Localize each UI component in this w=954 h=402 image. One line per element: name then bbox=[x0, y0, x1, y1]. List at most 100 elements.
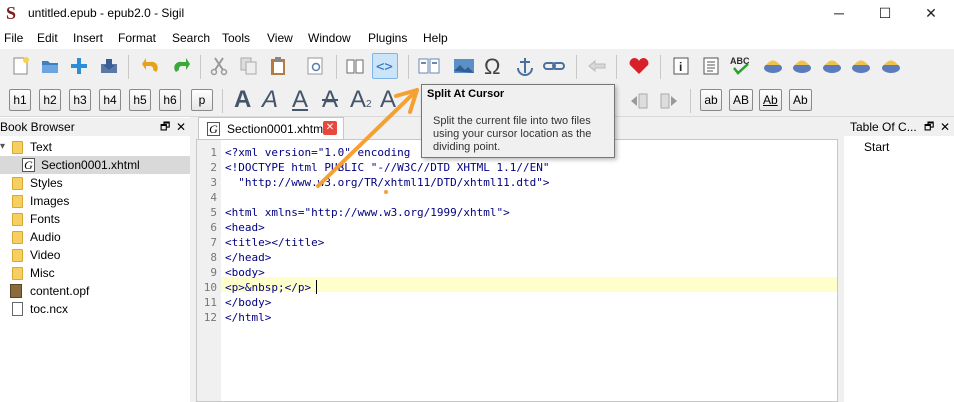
decrease-indent-icon[interactable] bbox=[626, 88, 652, 114]
split-at-cursor-icon[interactable] bbox=[416, 53, 442, 79]
tab-section0001[interactable]: G Section0001.xhtml ✕ bbox=[198, 117, 344, 139]
tree-file-section0001[interactable]: G Section0001.xhtml bbox=[0, 156, 190, 174]
code-line: <html xmlns="http://www.w3.org/1999/xhtm… bbox=[225, 206, 510, 219]
bold-icon[interactable]: A bbox=[234, 85, 251, 115]
line-number: 1 bbox=[210, 146, 217, 159]
strikethrough-icon[interactable]: A bbox=[322, 85, 338, 115]
redo-icon[interactable] bbox=[168, 53, 194, 79]
heading-6-button[interactable]: h6 bbox=[159, 89, 181, 111]
sigil-logo-icon: S bbox=[6, 3, 17, 23]
metadata-info-icon[interactable]: i bbox=[668, 53, 694, 79]
plugin-4-icon[interactable] bbox=[848, 53, 874, 79]
heading-4-button[interactable]: h4 bbox=[99, 89, 121, 111]
capitalize-button[interactable]: Ab bbox=[789, 89, 812, 111]
copy-icon[interactable] bbox=[236, 53, 262, 79]
tooltip-title: Split At Cursor bbox=[427, 88, 505, 100]
tooltip-description: Split the current file into two files us… bbox=[433, 115, 592, 153]
plugin-3-icon[interactable] bbox=[819, 53, 845, 79]
validate-heart-icon[interactable] bbox=[626, 53, 652, 79]
menu-window[interactable]: Window bbox=[308, 31, 351, 45]
close-tab-icon[interactable]: ✕ bbox=[323, 121, 337, 135]
insert-anchor-icon[interactable] bbox=[512, 53, 538, 79]
subscript-icon[interactable]: A2 bbox=[350, 85, 372, 120]
line-number: 6 bbox=[210, 221, 217, 234]
menu-tools[interactable]: Tools bbox=[222, 31, 250, 45]
line-number: 12 bbox=[203, 311, 217, 324]
paste-icon[interactable] bbox=[265, 53, 291, 79]
menu-help[interactable]: Help bbox=[423, 31, 448, 45]
tree-folder-misc[interactable]: Misc bbox=[0, 264, 190, 282]
heading-2-button[interactable]: h2 bbox=[39, 89, 61, 111]
plugin-2-icon[interactable] bbox=[789, 53, 815, 79]
main-toolbar: <> Ω i ABC bbox=[0, 49, 954, 85]
current-line-highlight bbox=[221, 277, 837, 292]
line-number: 11 bbox=[203, 296, 217, 309]
heading-5-button[interactable]: h5 bbox=[129, 89, 151, 111]
tree-folder-images[interactable]: Images bbox=[0, 192, 190, 210]
menu-plugins[interactable]: Plugins bbox=[368, 31, 407, 45]
tree-item-label: Video bbox=[30, 248, 61, 262]
close-panel-icon[interactable]: ✕ bbox=[940, 118, 950, 136]
minimize-button[interactable]: ─ bbox=[816, 0, 862, 28]
menu-insert[interactable]: Insert bbox=[73, 31, 103, 45]
underline-icon[interactable]: A bbox=[292, 85, 308, 115]
opf-file-icon bbox=[10, 284, 22, 298]
tree-folder-audio[interactable]: Audio bbox=[0, 228, 190, 246]
save-icon[interactable] bbox=[96, 53, 122, 79]
superscript-icon[interactable]: A bbox=[380, 85, 396, 115]
insert-special-character-icon[interactable]: Ω bbox=[484, 52, 500, 82]
heading-1-button[interactable]: h1 bbox=[9, 89, 31, 111]
spellcheck-icon[interactable]: ABC bbox=[728, 53, 754, 79]
book-view-icon[interactable] bbox=[342, 53, 368, 79]
tree-file-content-opf[interactable]: content.opf bbox=[0, 282, 190, 300]
tree-item-label: Images bbox=[30, 194, 70, 208]
paragraph-button[interactable]: p bbox=[191, 89, 213, 111]
xhtml-file-icon: G bbox=[22, 158, 35, 172]
expand-arrow-icon[interactable]: ▾ bbox=[0, 138, 5, 156]
new-file-icon[interactable] bbox=[8, 53, 34, 79]
menu-view[interactable]: View bbox=[267, 31, 293, 45]
plugin-1-icon[interactable] bbox=[760, 53, 786, 79]
maximize-button[interactable]: ☐ bbox=[862, 0, 908, 28]
insert-link-icon[interactable] bbox=[541, 53, 567, 79]
add-file-icon[interactable] bbox=[66, 53, 92, 79]
heading-3-button[interactable]: h3 bbox=[69, 89, 91, 111]
folder-icon bbox=[12, 141, 23, 154]
open-folder-icon[interactable] bbox=[37, 53, 63, 79]
tree-folder-styles[interactable]: Styles bbox=[0, 174, 190, 192]
back-arrow-icon[interactable] bbox=[584, 53, 610, 79]
line-number: 3 bbox=[210, 176, 217, 189]
close-window-button[interactable]: ✕ bbox=[908, 0, 954, 28]
tree-file-toc-ncx[interactable]: toc.ncx bbox=[0, 300, 190, 318]
folder-icon bbox=[12, 195, 23, 208]
float-panel-icon[interactable]: 🗗 bbox=[160, 118, 170, 136]
float-panel-icon[interactable]: 🗗 bbox=[924, 118, 934, 136]
lowercase-button[interactable]: ab bbox=[700, 89, 722, 111]
code-editor[interactable]: 1 2 3 4 5 6 7 8 9 10 11 12 <?xml version… bbox=[196, 139, 838, 402]
toc-title: Table Of C... bbox=[850, 120, 917, 134]
toc-item-start[interactable]: Start bbox=[864, 140, 889, 154]
menu-search[interactable]: Search bbox=[172, 31, 210, 45]
table-of-contents-icon[interactable] bbox=[698, 53, 724, 79]
tree-folder-fonts[interactable]: Fonts bbox=[0, 210, 190, 228]
book-browser-header: Book Browser 🗗 ✕ bbox=[0, 118, 190, 136]
titlecase-button[interactable]: Ab bbox=[759, 89, 782, 111]
cut-icon[interactable] bbox=[206, 53, 232, 79]
folder-icon bbox=[12, 213, 23, 226]
menu-edit[interactable]: Edit bbox=[37, 31, 58, 45]
close-panel-icon[interactable]: ✕ bbox=[176, 118, 186, 136]
uppercase-button[interactable]: AB bbox=[729, 89, 754, 111]
undo-icon[interactable] bbox=[138, 53, 164, 79]
tree-folder-video[interactable]: Video bbox=[0, 246, 190, 264]
plugin-5-icon[interactable] bbox=[878, 53, 904, 79]
toc-list: Start bbox=[844, 136, 954, 402]
code-view-icon[interactable]: <> bbox=[372, 53, 398, 79]
menu-format[interactable]: Format bbox=[118, 31, 156, 45]
increase-indent-icon[interactable] bbox=[656, 88, 682, 114]
insert-image-icon[interactable] bbox=[451, 53, 477, 79]
menu-file[interactable]: File bbox=[4, 31, 23, 45]
tree-folder-text[interactable]: ▾ Text bbox=[0, 138, 190, 156]
italic-icon[interactable]: A bbox=[262, 85, 278, 115]
window-title: untitled.epub - epub2.0 - Sigil bbox=[28, 6, 185, 20]
paste-special-icon[interactable] bbox=[302, 53, 328, 79]
